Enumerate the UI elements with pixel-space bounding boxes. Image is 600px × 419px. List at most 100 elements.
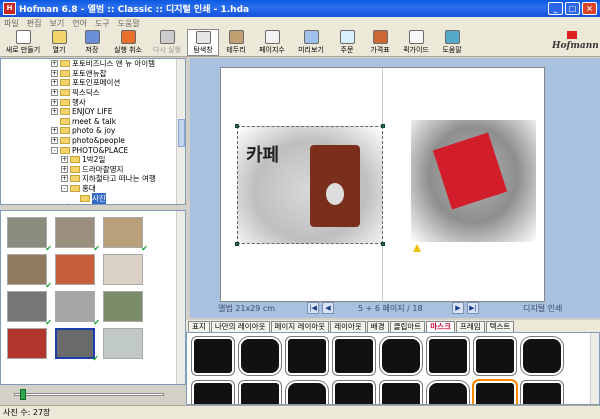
photo-thumbnail[interactable]: ✔ [7, 254, 52, 290]
expand-toggle-icon[interactable]: + [61, 165, 68, 173]
resize-handle[interactable] [235, 124, 239, 128]
menu-view[interactable]: 보기 [49, 18, 64, 29]
photo-thumbnail[interactable]: ✔ [7, 291, 52, 327]
toolbar-button-quick-guide[interactable]: 퀵가이드 [397, 29, 435, 56]
tab-4[interactable]: 배경 [366, 321, 389, 332]
next-page-button[interactable]: ▶ [452, 302, 464, 314]
tab-0[interactable]: 표지 [188, 321, 210, 332]
toolbar-button-price[interactable]: 가격표 [364, 29, 396, 56]
toolbar-button-save[interactable]: 저장 [76, 29, 108, 56]
folder-icon [60, 89, 70, 97]
toolbar-button-order[interactable]: 주문 [331, 29, 363, 56]
slider-handle[interactable] [20, 389, 26, 400]
mask-shape[interactable] [521, 381, 563, 404]
expand-toggle-icon[interactable]: + [61, 175, 68, 183]
mask-shape[interactable] [474, 337, 516, 375]
expand-toggle-icon[interactable]: + [61, 156, 68, 164]
folder-icon [60, 108, 70, 116]
mask-shape[interactable] [333, 337, 375, 375]
expand-toggle-icon[interactable]: - [51, 146, 58, 154]
toolbar-button-new[interactable]: 새로 만들기 [4, 29, 42, 56]
photo-thumbnail[interactable]: ✔ [55, 217, 100, 253]
photo-thumbnail[interactable] [103, 291, 143, 322]
tree-item[interactable]: meet & talk [1, 117, 185, 127]
photo-thumbnail[interactable] [103, 328, 143, 359]
last-page-button[interactable]: ▶| [467, 302, 479, 314]
menu-edit[interactable]: 편집 [27, 18, 42, 29]
expand-toggle-icon[interactable]: + [51, 98, 58, 106]
tab-6[interactable]: 마스크 [426, 321, 455, 332]
first-page-button[interactable]: |◀ [307, 302, 319, 314]
tree-item[interactable]: + 픽스딕스 [1, 88, 185, 98]
mask-shape[interactable] [427, 337, 469, 375]
tab-1[interactable]: 나만의 레이아웃 [210, 321, 270, 332]
toolbar-button-undo[interactable]: 실행 취소 [109, 29, 147, 56]
photo-thumbnail[interactable]: ✔ [55, 291, 100, 327]
minimize-button[interactable]: _ [548, 2, 563, 15]
menu-language[interactable]: 언어 [72, 18, 87, 29]
mask-shape[interactable] [239, 337, 281, 375]
mask-shape[interactable] [192, 381, 234, 404]
toolbar-button-explorer[interactable]: 탐색창 [187, 29, 219, 56]
photo-thumbnail[interactable]: ✔ [55, 328, 99, 363]
resize-handle[interactable] [381, 124, 385, 128]
mask-scrollbar[interactable] [590, 333, 599, 404]
mask-shape[interactable] [427, 381, 469, 404]
album-spread[interactable]: 카페 [220, 67, 545, 302]
tab-3[interactable]: 레이아웃 [330, 321, 366, 332]
quick-guide-icon [408, 30, 424, 44]
photo-thumbnail[interactable]: ✔ [103, 217, 148, 253]
slider-track[interactable] [14, 393, 164, 396]
photo-thumbnail[interactable] [55, 254, 95, 285]
mask-shape[interactable] [380, 381, 422, 404]
mask-shape[interactable] [380, 337, 422, 375]
right-page-photo[interactable] [411, 120, 536, 242]
expand-toggle-icon[interactable]: + [51, 79, 58, 87]
menu-help[interactable]: 도움말 [118, 18, 140, 29]
expand-toggle-icon[interactable]: + [51, 137, 58, 145]
tree-item[interactable]: + 행사 [1, 97, 185, 107]
order-icon [339, 30, 355, 44]
tree-item[interactable]: + photo&people [1, 136, 185, 146]
expand-toggle-icon[interactable]: - [61, 185, 68, 193]
thumbnail-size-slider[interactable] [0, 388, 186, 402]
tree-item[interactable]: + ENJOY LIFE [1, 107, 185, 117]
expand-toggle-icon[interactable]: + [51, 108, 58, 116]
mask-shape[interactable] [333, 381, 375, 404]
tree-scrollbar[interactable] [176, 59, 185, 204]
toolbar-button-page-count[interactable]: 페이지수 [253, 29, 291, 56]
toolbar-button-border[interactable]: 테두리 [220, 29, 252, 56]
expand-toggle-icon[interactable]: + [51, 69, 58, 77]
tab-8[interactable]: 텍스트 [485, 321, 515, 332]
left-page-photo[interactable]: 카페 [237, 126, 383, 244]
mask-shape[interactable] [286, 381, 328, 404]
mask-shape[interactable] [192, 337, 234, 375]
menu-tools[interactable]: 도구 [95, 18, 110, 29]
toolbar-label: 열기 [52, 46, 66, 54]
resize-handle[interactable] [381, 242, 385, 246]
toolbar-button-open-folder[interactable]: 열기 [43, 29, 75, 56]
mask-shape[interactable] [521, 337, 563, 375]
menu-file[interactable]: 파일 [4, 18, 19, 29]
tree-item[interactable]: + photo & joy [1, 126, 185, 136]
toolbar-button-help[interactable]: 도움말 [436, 29, 468, 56]
photo-thumbnail[interactable] [7, 328, 47, 359]
mask-shape[interactable] [474, 381, 516, 404]
photo-thumbnail[interactable]: ✔ [7, 217, 52, 253]
expand-toggle-icon[interactable]: + [51, 60, 58, 68]
tab-7[interactable]: 프레임 [455, 321, 485, 332]
expand-toggle-icon[interactable]: + [51, 89, 58, 97]
resize-handle[interactable] [235, 242, 239, 246]
photo-thumbnail[interactable] [103, 254, 143, 285]
close-button[interactable]: × [582, 2, 597, 15]
expand-toggle-icon[interactable]: + [51, 127, 58, 135]
tab-5[interactable]: 클립아트 [389, 321, 426, 332]
mask-shape[interactable] [286, 337, 328, 375]
tab-2[interactable]: 페이지 레이아웃 [270, 321, 330, 332]
tree-scroll-thumb[interactable] [178, 119, 185, 147]
prev-page-button[interactable]: ◀ [322, 302, 334, 314]
toolbar-button-preview[interactable]: 미리보기 [292, 29, 330, 56]
mask-shape[interactable] [239, 381, 281, 404]
maximize-button[interactable]: □ [565, 2, 580, 15]
thumbnails-scrollbar[interactable] [176, 211, 185, 384]
